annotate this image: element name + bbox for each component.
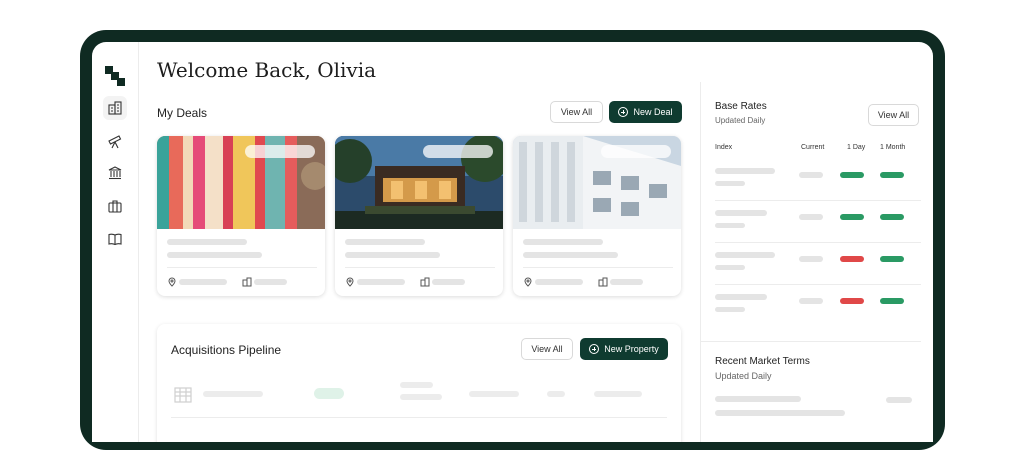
plus-circle-icon: [589, 344, 600, 354]
base-rates-panel: Base Rates Updated Daily View All Index …: [700, 82, 921, 442]
month-change-indicator: [880, 298, 904, 304]
rate-row[interactable]: [701, 294, 921, 336]
new-property-button[interactable]: New Property: [580, 338, 668, 360]
building-icon: [108, 101, 122, 115]
rates-title: Base Rates: [715, 101, 767, 112]
index-name-placeholder: [715, 294, 767, 300]
pipeline-view-all-button[interactable]: View All: [521, 338, 573, 360]
rate-row[interactable]: [701, 210, 921, 252]
rates-view-all-button[interactable]: View All: [868, 104, 919, 126]
book-icon: [108, 233, 122, 246]
row-divider: [715, 242, 921, 243]
current-value-placeholder: [799, 256, 823, 262]
deal-card[interactable]: [157, 136, 325, 296]
deal-card[interactable]: [335, 136, 503, 296]
day-change-indicator: [840, 298, 864, 304]
row-divider: [715, 200, 921, 201]
location-pin-icon: [346, 277, 354, 287]
index-detail-placeholder: [715, 307, 745, 312]
deals-section-title: My Deals: [157, 106, 208, 120]
month-change-indicator: [880, 256, 904, 262]
sidebar-item-resources[interactable]: [103, 227, 127, 251]
building-icon: [420, 277, 430, 287]
current-value-placeholder: [799, 172, 823, 178]
index-detail-placeholder: [715, 265, 745, 270]
market-terms-title: Recent Market Terms: [715, 356, 810, 367]
index-detail-placeholder: [715, 181, 745, 186]
image-tag-placeholder: [601, 145, 671, 158]
property-photo: [157, 136, 325, 229]
plus-circle-icon: [618, 107, 629, 117]
building-icon: [242, 277, 252, 287]
sidebar-item-explore[interactable]: [103, 129, 127, 153]
sidebar: [92, 42, 139, 442]
app-screen: Welcome Back, Olivia My Deals View All N…: [92, 42, 933, 442]
briefcase-icon: [108, 200, 122, 213]
bank-icon: [108, 166, 122, 180]
rates-subtitle: Updated Daily: [715, 116, 766, 125]
property-photo: [335, 136, 503, 229]
column-header-1-month: 1 Month: [880, 144, 906, 151]
column-header-current: Current: [801, 144, 825, 151]
market-terms-subtitle: Updated Daily: [715, 371, 772, 381]
index-name-placeholder: [715, 168, 775, 174]
sidebar-item-portfolio[interactable]: [103, 194, 127, 218]
day-change-indicator: [840, 214, 864, 220]
deals-view-all-button[interactable]: View All: [550, 101, 603, 123]
sidebar-item-lenders[interactable]: [103, 161, 127, 185]
day-change-indicator: [840, 172, 864, 178]
new-property-label: New Property: [604, 344, 659, 354]
column-header-index: Index: [715, 144, 733, 151]
building-icon: [174, 387, 192, 403]
month-change-indicator: [880, 172, 904, 178]
new-deal-button[interactable]: New Deal: [609, 101, 682, 123]
sidebar-item-properties[interactable]: [103, 96, 127, 120]
row-divider: [715, 284, 921, 285]
index-name-placeholder: [715, 252, 775, 258]
rate-row[interactable]: [701, 252, 921, 294]
current-value-placeholder: [799, 298, 823, 304]
month-change-indicator: [880, 214, 904, 220]
property-photo: [513, 136, 681, 229]
day-change-indicator: [840, 256, 864, 262]
index-detail-placeholder: [715, 223, 745, 228]
telescope-icon: [108, 135, 122, 149]
image-tag-placeholder: [245, 145, 315, 158]
location-pin-icon: [168, 277, 176, 287]
acquisitions-pipeline-panel: Acquisitions Pipeline View All New Prope…: [157, 324, 681, 442]
rate-row[interactable]: [701, 168, 921, 210]
deal-card[interactable]: [513, 136, 681, 296]
image-tag-placeholder: [423, 145, 493, 158]
location-pin-icon: [524, 277, 532, 287]
page-title: Welcome Back, Olivia: [157, 58, 377, 82]
pipeline-section-title: Acquisitions Pipeline: [171, 343, 282, 357]
index-name-placeholder: [715, 210, 767, 216]
new-deal-label: New Deal: [633, 107, 673, 117]
current-value-placeholder: [799, 214, 823, 220]
logo-icon: [105, 66, 125, 86]
building-icon: [598, 277, 608, 287]
column-header-1-day: 1 Day: [847, 144, 866, 151]
